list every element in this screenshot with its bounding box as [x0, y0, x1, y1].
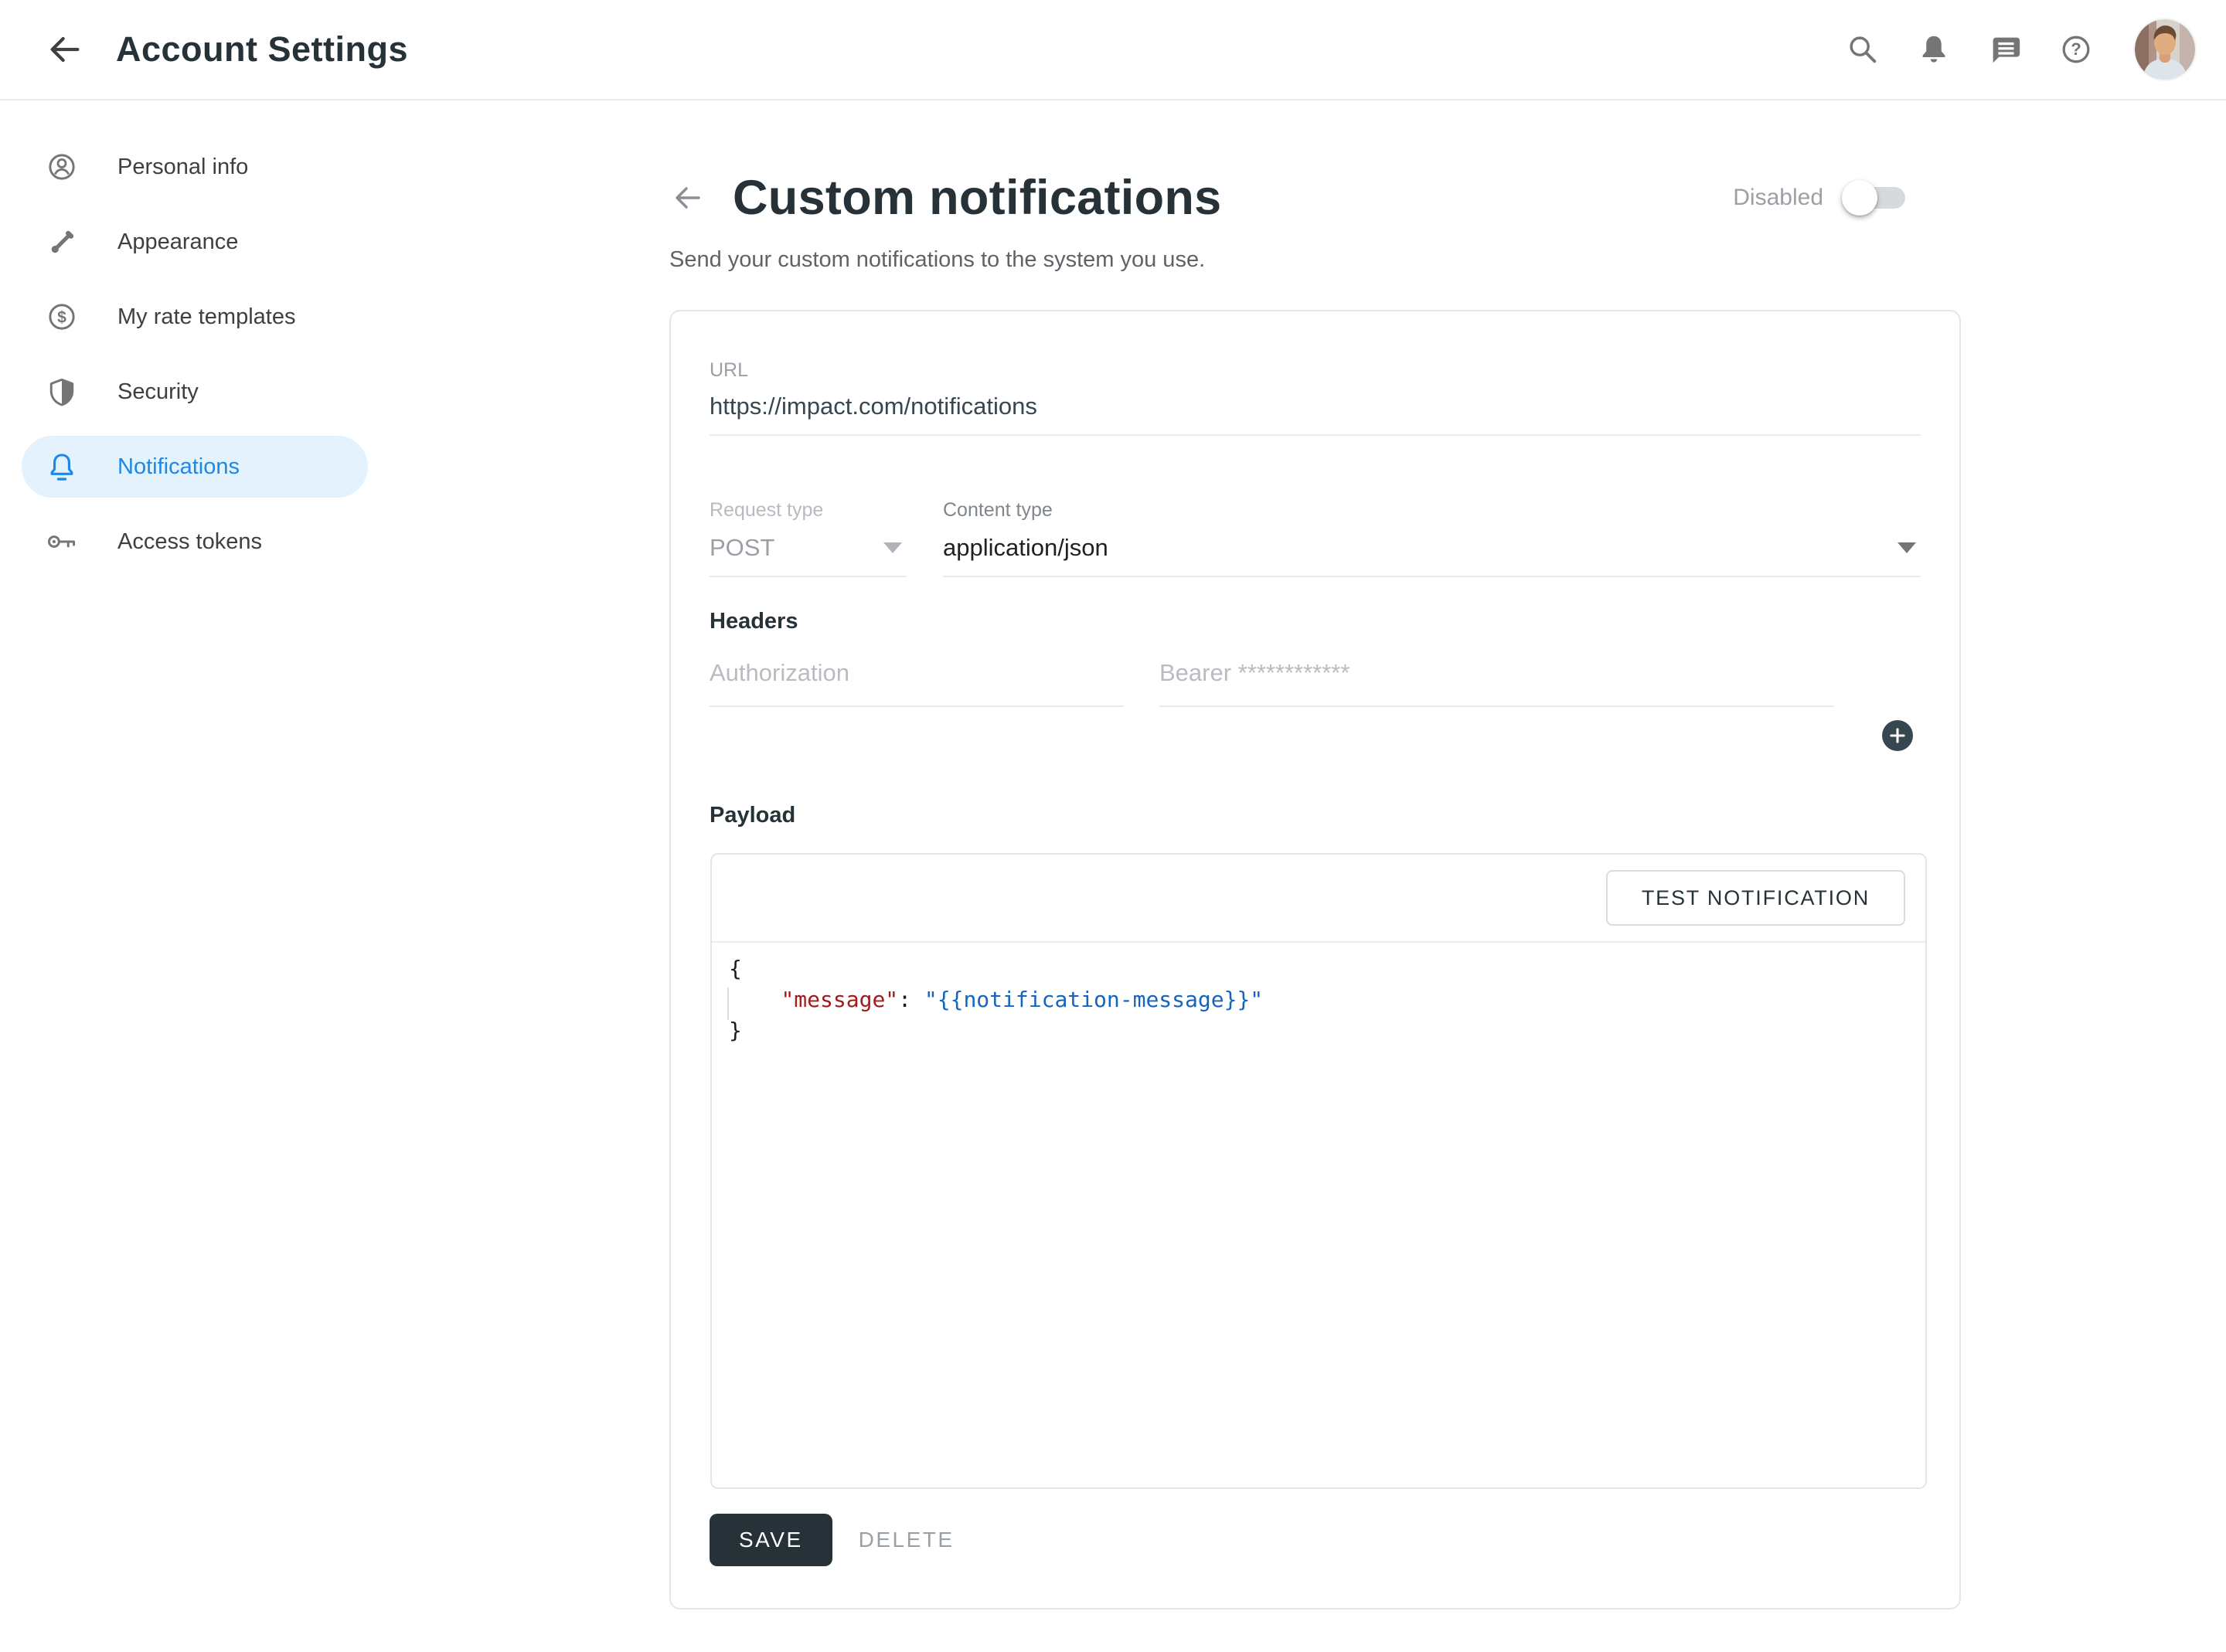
avatar[interactable]	[2135, 19, 2195, 80]
bell-icon	[1916, 32, 1952, 67]
sidebar-item-label: Notifications	[117, 454, 240, 480]
sidebar-item-personal-info[interactable]: Personal info	[22, 136, 368, 198]
messages-button[interactable]	[1986, 31, 2023, 68]
code-value: "{{notification-message}}"	[924, 987, 1263, 1012]
content-type-label: Content type	[943, 499, 1921, 522]
person-circle-icon	[45, 150, 79, 184]
sidebar-item-access-tokens[interactable]: Access tokens	[22, 511, 368, 573]
header-value-input[interactable]	[1159, 651, 1834, 707]
delete-button[interactable]: DELETE	[859, 1528, 955, 1552]
code-indent	[729, 987, 781, 1012]
arrow-left-icon	[43, 28, 87, 71]
notifications-button[interactable]	[1915, 31, 1952, 68]
notification-form-card: URL Request type POST Content type appli…	[669, 310, 1961, 1610]
payload-code-area[interactable]: { "message": "{{notification-message}}" …	[712, 943, 1925, 1478]
app-title: Account Settings	[116, 29, 408, 70]
url-label: URL	[710, 359, 1921, 382]
code-open-brace: {	[729, 956, 742, 981]
page-back-button[interactable]	[669, 179, 706, 216]
sidebar-item-label: My rate templates	[117, 304, 295, 330]
plus-icon	[1887, 726, 1908, 746]
code-close-brace: }	[729, 1018, 742, 1043]
payload-toolbar: TEST NOTIFICATION	[712, 855, 1925, 943]
sidebar-item-label: Access tokens	[117, 529, 262, 555]
payload-section-title: Payload	[710, 803, 795, 828]
settings-sidebar: Personal info Appearance $ My rate templ…	[0, 100, 386, 1652]
code-key: "message"	[781, 987, 898, 1012]
chevron-down-icon	[883, 542, 902, 553]
toggle-knob	[1842, 180, 1877, 216]
back-button[interactable]	[43, 28, 87, 71]
sidebar-item-label: Appearance	[117, 229, 238, 255]
save-button[interactable]: SAVE	[710, 1514, 832, 1566]
help-icon: ?	[2058, 32, 2094, 67]
request-type-label: Request type	[710, 499, 907, 522]
enable-toggle[interactable]	[1845, 187, 1905, 209]
add-header-button[interactable]	[1882, 720, 1913, 751]
svg-text:$: $	[57, 308, 66, 326]
shield-icon	[45, 375, 79, 409]
test-notification-button[interactable]: TEST NOTIFICATION	[1606, 870, 1905, 926]
sidebar-item-appearance[interactable]: Appearance	[22, 211, 368, 273]
sidebar-item-my-rate-templates[interactable]: $ My rate templates	[22, 286, 368, 348]
main-content: Custom notifications Disabled Send your …	[386, 100, 2226, 1652]
dollar-circle-icon: $	[45, 300, 79, 334]
arrow-left-icon	[669, 179, 706, 216]
bell-icon	[45, 450, 79, 484]
svg-text:?: ?	[2071, 39, 2081, 59]
chevron-down-icon	[1898, 542, 1916, 553]
sidebar-item-notifications[interactable]: Notifications	[22, 436, 368, 498]
toggle-label: Disabled	[1733, 185, 1823, 211]
chat-icon	[1987, 32, 2023, 67]
payload-editor: TEST NOTIFICATION { "message": "{{notifi…	[710, 853, 1927, 1489]
indent-guide	[727, 987, 729, 1020]
headers-section-title: Headers	[710, 609, 798, 634]
page-subtitle: Send your custom notifications to the sy…	[669, 247, 1961, 273]
sidebar-item-label: Security	[117, 379, 199, 405]
header-name-input[interactable]	[710, 651, 1124, 707]
request-type-value: POST	[710, 534, 774, 562]
code-colon: :	[898, 987, 924, 1012]
content-type-select[interactable]: Content type application/json	[943, 499, 1921, 577]
url-input[interactable]	[710, 382, 1921, 436]
content-type-value: application/json	[943, 534, 1108, 562]
sidebar-item-security[interactable]: Security	[22, 361, 368, 423]
page-title: Custom notifications	[733, 170, 1222, 226]
sidebar-item-label: Personal info	[117, 155, 248, 180]
key-icon	[45, 525, 79, 559]
help-button[interactable]: ?	[2058, 31, 2095, 68]
brush-icon	[45, 225, 79, 259]
request-type-select[interactable]: Request type POST	[710, 499, 907, 577]
search-button[interactable]	[1844, 31, 1881, 68]
search-icon	[1845, 32, 1881, 67]
top-app-bar: Account Settings ?	[0, 0, 2226, 100]
